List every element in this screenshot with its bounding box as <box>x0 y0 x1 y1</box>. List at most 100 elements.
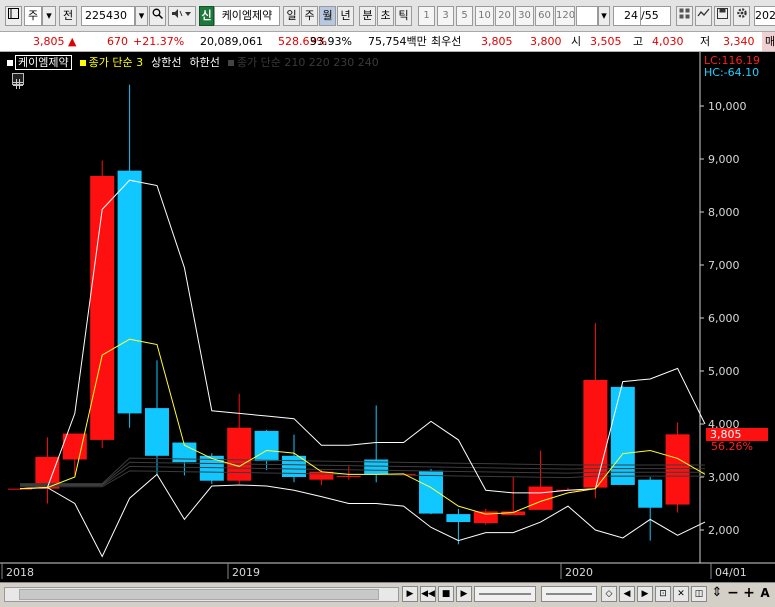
y-tick-label: 2,000 <box>708 524 740 537</box>
legend-upper-band[interactable]: 상한선 <box>151 56 181 69</box>
speed-slider[interactable] <box>541 586 597 602</box>
candle-up <box>90 175 115 440</box>
tab-yearly[interactable]: 년 <box>337 6 354 26</box>
chart-legend: 케이엠제약 종가 단순 3 상한선 하한선 종가 단순 210 220 230 240 <box>5 55 379 70</box>
tab-second[interactable]: 초 <box>377 6 394 26</box>
shrink-icon[interactable]: ◫ <box>691 586 707 602</box>
interval-button[interactable]: 3 <box>437 6 454 26</box>
stock-code-dropdown-arrow[interactable]: ▾ <box>135 6 148 26</box>
stop-icon[interactable]: ■ <box>438 586 454 602</box>
candle-down <box>638 479 663 508</box>
zoom-slider[interactable] <box>474 586 536 602</box>
prev-button[interactable]: 전 <box>59 6 77 26</box>
tab-weekly[interactable]: 주 <box>301 6 318 26</box>
speaker-menu-icon[interactable] <box>168 6 196 26</box>
high-label: 고 <box>633 35 644 48</box>
candle-down <box>610 386 635 485</box>
trade-amount: 75,754백만 <box>368 35 427 48</box>
count-total-label: /55 <box>641 6 671 26</box>
interval-custom-field[interactable] <box>576 6 598 26</box>
auto-scale-icon[interactable]: A <box>757 586 773 602</box>
rewind-icon[interactable]: ◀◀ <box>420 586 436 602</box>
scroll-right-arrow-icon[interactable]: ▶ <box>402 586 418 602</box>
x-tick-label: 2020 <box>565 566 593 579</box>
low-price: 3,340 <box>723 35 755 48</box>
open-label: 시 <box>571 35 582 48</box>
y-tick-label: 10,000 <box>708 100 747 113</box>
y-tick-label: 9,000 <box>708 153 740 166</box>
legend-marker <box>227 59 234 66</box>
tab-daily[interactable]: 일 <box>283 6 300 26</box>
scroll-area: ▶ ◀◀ ■ ▶ ◇ ◀ ▶ ⊡ ✕ ◫ ⇕ − + A <box>0 582 775 607</box>
save-icon[interactable] <box>714 6 731 26</box>
volume-extra: 93.93% <box>310 35 352 48</box>
quote-bar: 3,805 ▲ 670 +21.37% 20,089,061 528.63% 9… <box>0 32 775 52</box>
candle-down <box>419 470 443 514</box>
interval-button[interactable]: 120 <box>555 6 575 26</box>
candle-up <box>583 380 608 488</box>
y-tick-label: 6,000 <box>708 312 740 325</box>
candle-up <box>336 475 361 477</box>
candlestick-chart[interactable]: 2,0003,0004,0005,0006,0007,0008,0009,000… <box>0 52 775 582</box>
left-arrow-icon[interactable]: ◀ <box>619 586 635 602</box>
priority-label: 최우선 <box>431 35 462 48</box>
legend-long-ma[interactable]: 종가 단순 210 220 230 240 <box>237 56 379 69</box>
fit-icon[interactable]: ◇ <box>601 586 617 602</box>
period-dropdown-arrow[interactable]: ▾ <box>42 6 56 26</box>
x-tick-label: 04/01 <box>715 566 747 579</box>
table-icon[interactable] <box>12 73 24 89</box>
expand-icon[interactable]: ⊡ <box>655 586 671 602</box>
cross-icon[interactable]: ✕ <box>673 586 689 602</box>
high-price: 4,030 <box>652 35 684 48</box>
scrollbar-thumb[interactable] <box>19 589 379 600</box>
legend-stock-name[interactable]: 케이엠제약 <box>15 55 72 70</box>
priority-bid: 3,800 <box>530 35 562 48</box>
tab-monthly[interactable]: 월 <box>319 6 336 26</box>
y-tick-label: 8,000 <box>708 206 740 219</box>
low-label: 저 <box>700 35 711 48</box>
percent-tag: 56.26% <box>711 440 753 453</box>
price-chart[interactable]: 2,000 3,000 4,000 5,000 6,000 7,000 8,000 9,000… <box>0 52 775 582</box>
legend-marker <box>79 59 86 66</box>
interval-dropdown-arrow[interactable]: ▾ <box>598 6 610 26</box>
x-tick-label: 2018 <box>6 566 34 579</box>
right-arrow-icon[interactable]: ▶ <box>637 586 653 602</box>
legend-marker <box>7 59 13 66</box>
legend-ma3[interactable]: 종가 단순 3 <box>89 56 143 69</box>
candle-down <box>145 408 169 456</box>
grid-icon[interactable] <box>676 6 693 26</box>
zoom-in-icon[interactable]: + <box>741 586 757 602</box>
search-icon[interactable] <box>149 6 166 26</box>
candle-down <box>254 430 279 462</box>
tab-tick[interactable]: 틱 <box>395 6 412 26</box>
trade-label: 매 <box>762 32 775 51</box>
legend-lower-band[interactable]: 하한선 <box>189 56 219 69</box>
interval-button[interactable]: 30 <box>515 6 534 26</box>
arrow-up-down-icon[interactable]: ⇕ <box>709 586 725 602</box>
interval-button[interactable]: 1 <box>418 6 435 26</box>
y-tick-label: 3,000 <box>708 471 740 484</box>
interval-button[interactable]: 60 <box>535 6 554 26</box>
chart-check-icon[interactable] <box>695 6 712 26</box>
period-code-field[interactable]: 주 <box>24 6 42 26</box>
open-price: 3,505 <box>590 35 622 48</box>
x-tick-label: 2019 <box>232 566 260 579</box>
toolbar: 주 ▾ 전 225430 ▾ 신 케이엠제약 일 주 월 년 분 초 틱 1 3… <box>0 0 775 32</box>
chart-menu-icon[interactable] <box>5 6 22 26</box>
credit-badge: 신 <box>199 6 214 26</box>
candle-up <box>528 486 553 510</box>
interval-button[interactable]: 5 <box>456 6 473 26</box>
stock-code-input[interactable]: 225430 <box>81 6 135 26</box>
current-price: 3,805 <box>33 35 65 48</box>
play-icon[interactable]: ▶ <box>456 586 472 602</box>
stock-name-label: 케이엠제약 <box>214 6 280 26</box>
count-input[interactable]: 24 <box>613 6 641 26</box>
horizontal-scrollbar[interactable] <box>4 587 399 602</box>
gear-icon[interactable] <box>733 6 750 26</box>
interval-button[interactable]: 20 <box>495 6 514 26</box>
zoom-out-icon[interactable]: − <box>725 586 741 602</box>
hc-label: HC:-64.10 <box>704 66 760 79</box>
priority-ask: 3,805 <box>481 35 513 48</box>
interval-button[interactable]: 10 <box>475 6 494 26</box>
tab-minute[interactable]: 분 <box>359 6 376 26</box>
